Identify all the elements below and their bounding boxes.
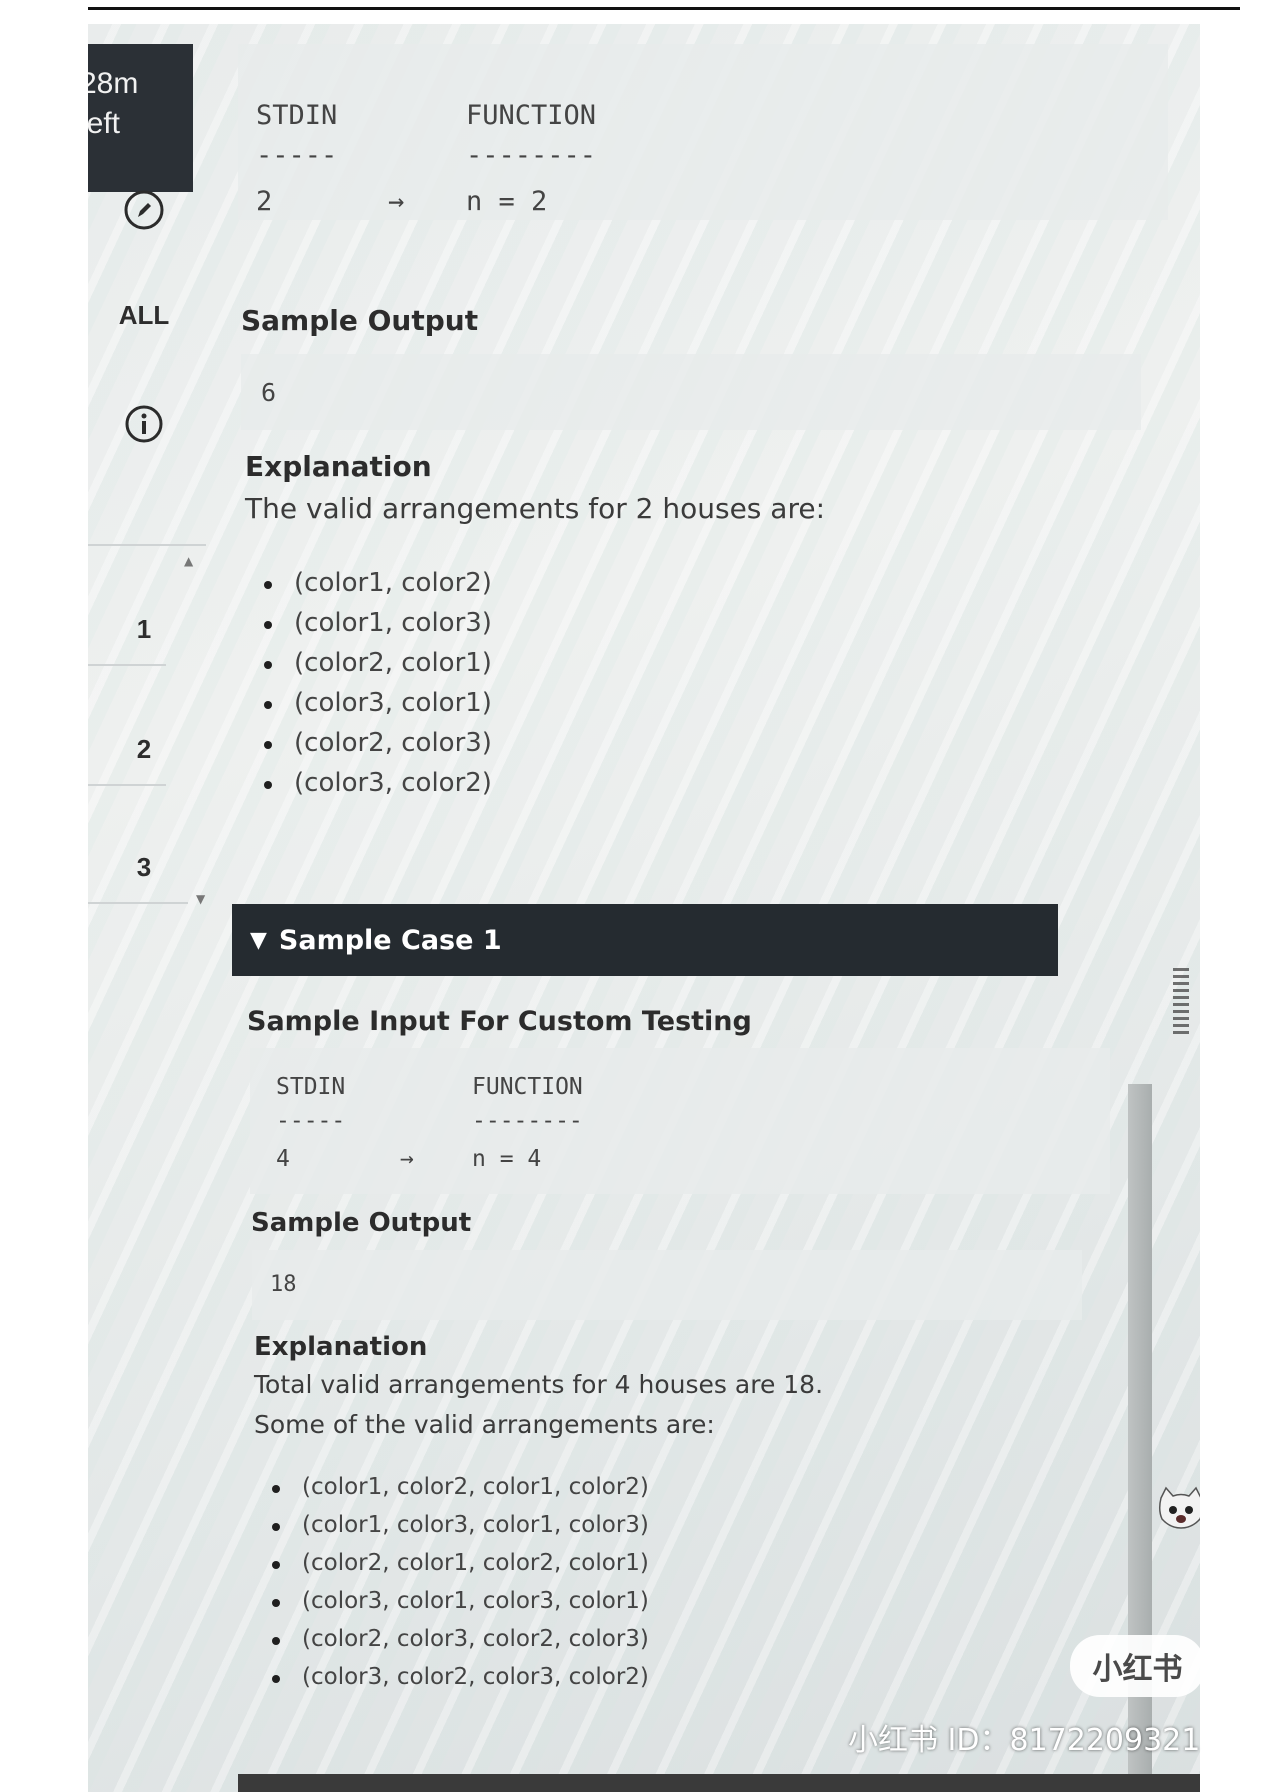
arrangement-item: (color1, color3) xyxy=(264,608,492,638)
time-remaining-label: left xyxy=(88,107,121,140)
arrangement-item: (color2, color1, color2, color1) xyxy=(272,1550,649,1576)
arrangement-item: (color3, color1, color3, color1) xyxy=(272,1588,649,1614)
assessment-screen: 28m left ALL ▲ 1 2 3 ▼ STDIN FUNCTION --… xyxy=(88,24,1200,1792)
arrangement-item: (color1, color3, color1, color3) xyxy=(272,1512,649,1538)
resize-grip-icon[interactable] xyxy=(1173,964,1189,1034)
stdin-value: 4 xyxy=(276,1146,290,1172)
info-icon xyxy=(125,405,163,443)
sample-case-title: Sample Case 1 xyxy=(278,924,502,956)
sample-input-box: STDIN FUNCTION ----- -------- 2 → n = 2 xyxy=(238,44,1168,220)
time-remaining: 28m left xyxy=(88,44,193,192)
nav-divider xyxy=(88,664,166,666)
arrow-icon: → xyxy=(388,186,405,217)
arrangement-item: (color1, color2, color1, color2) xyxy=(272,1474,649,1500)
edit-button[interactable] xyxy=(94,182,194,238)
stdin-header: STDIN xyxy=(256,100,338,131)
filter-all-button[interactable]: ALL xyxy=(94,290,194,340)
explanation-text: The valid arrangements for 2 houses are: xyxy=(245,492,826,525)
nav-divider xyxy=(88,902,188,904)
sample-case-1-toggle[interactable]: ▼ Sample Case 1 xyxy=(232,904,1058,976)
sample-output-value: 6 xyxy=(261,378,277,407)
function-value: n = 4 xyxy=(472,1146,542,1172)
arrangement-list: (color1, color2, color1, color2) (color1,… xyxy=(272,1474,649,1702)
question-nav-1[interactable]: 1 xyxy=(94,594,194,664)
photo-top-rule xyxy=(88,7,1240,10)
function-rule: -------- xyxy=(466,140,597,171)
collapse-triangle-icon: ▼ xyxy=(250,927,267,953)
sample-input-heading: Sample Input For Custom Testing xyxy=(247,1006,752,1037)
sample-output-heading: Sample Output xyxy=(241,304,479,337)
explanation-heading: Explanation xyxy=(245,450,432,483)
watermark-badge: 小红书 xyxy=(1070,1635,1205,1697)
function-value: n = 2 xyxy=(466,186,548,217)
function-header: FUNCTION xyxy=(472,1074,583,1100)
arrangement-item: (color3, color2, color3, color2) xyxy=(272,1664,649,1690)
sample-output-value: 18 xyxy=(270,1272,297,1297)
sample-input-box: STDIN FUNCTION ----- -------- 4 → n = 4 xyxy=(250,1048,1110,1194)
arrangement-item: (color3, color1) xyxy=(264,688,492,718)
nav-scroll-up-icon[interactable]: ▲ xyxy=(184,554,193,568)
function-rule: -------- xyxy=(472,1108,583,1134)
watermark-id: 小红书 ID：8172209321 xyxy=(848,1723,1201,1758)
arrangement-item: (color2, color1) xyxy=(264,648,492,678)
explanation-text: Total valid arrangements for 4 houses ar… xyxy=(254,1370,824,1399)
time-remaining-value: 28m xyxy=(88,67,139,100)
edit-icon xyxy=(124,190,164,230)
nav-divider xyxy=(88,544,206,546)
nav-scroll-down-icon[interactable]: ▼ xyxy=(196,892,205,906)
info-button[interactable] xyxy=(94,396,194,452)
problem-content: STDIN FUNCTION ----- -------- 2 → n = 2 … xyxy=(232,24,1198,1792)
sample-output-box: 18 xyxy=(252,1250,1082,1320)
question-nav-2[interactable]: 2 xyxy=(94,714,194,784)
stdin-header: STDIN xyxy=(276,1074,346,1100)
arrangement-item: (color2, color3) xyxy=(264,728,492,758)
arrangement-item: (color1, color2) xyxy=(264,568,492,598)
stdin-value: 2 xyxy=(256,186,273,217)
screen-bottom-edge xyxy=(238,1774,1200,1792)
stdin-rule: ----- xyxy=(276,1108,346,1134)
arrangement-item: (color3, color2) xyxy=(264,768,492,798)
sample-output-box: 6 xyxy=(241,354,1141,430)
question-nav-3[interactable]: 3 xyxy=(94,832,194,902)
nav-divider xyxy=(88,784,166,786)
cat-face-icon xyxy=(1158,1486,1200,1529)
explanation-text: Some of the valid arrangements are: xyxy=(254,1410,715,1439)
function-header: FUNCTION xyxy=(466,100,597,131)
sample-output-heading: Sample Output xyxy=(251,1208,472,1238)
arrow-icon: → xyxy=(400,1146,414,1172)
explanation-heading: Explanation xyxy=(254,1332,428,1362)
arrangement-item: (color2, color3, color2, color3) xyxy=(272,1626,649,1652)
stdin-rule: ----- xyxy=(256,140,338,171)
arrangement-list: (color1, color2) (color1, color3) (color2,… xyxy=(264,568,492,808)
